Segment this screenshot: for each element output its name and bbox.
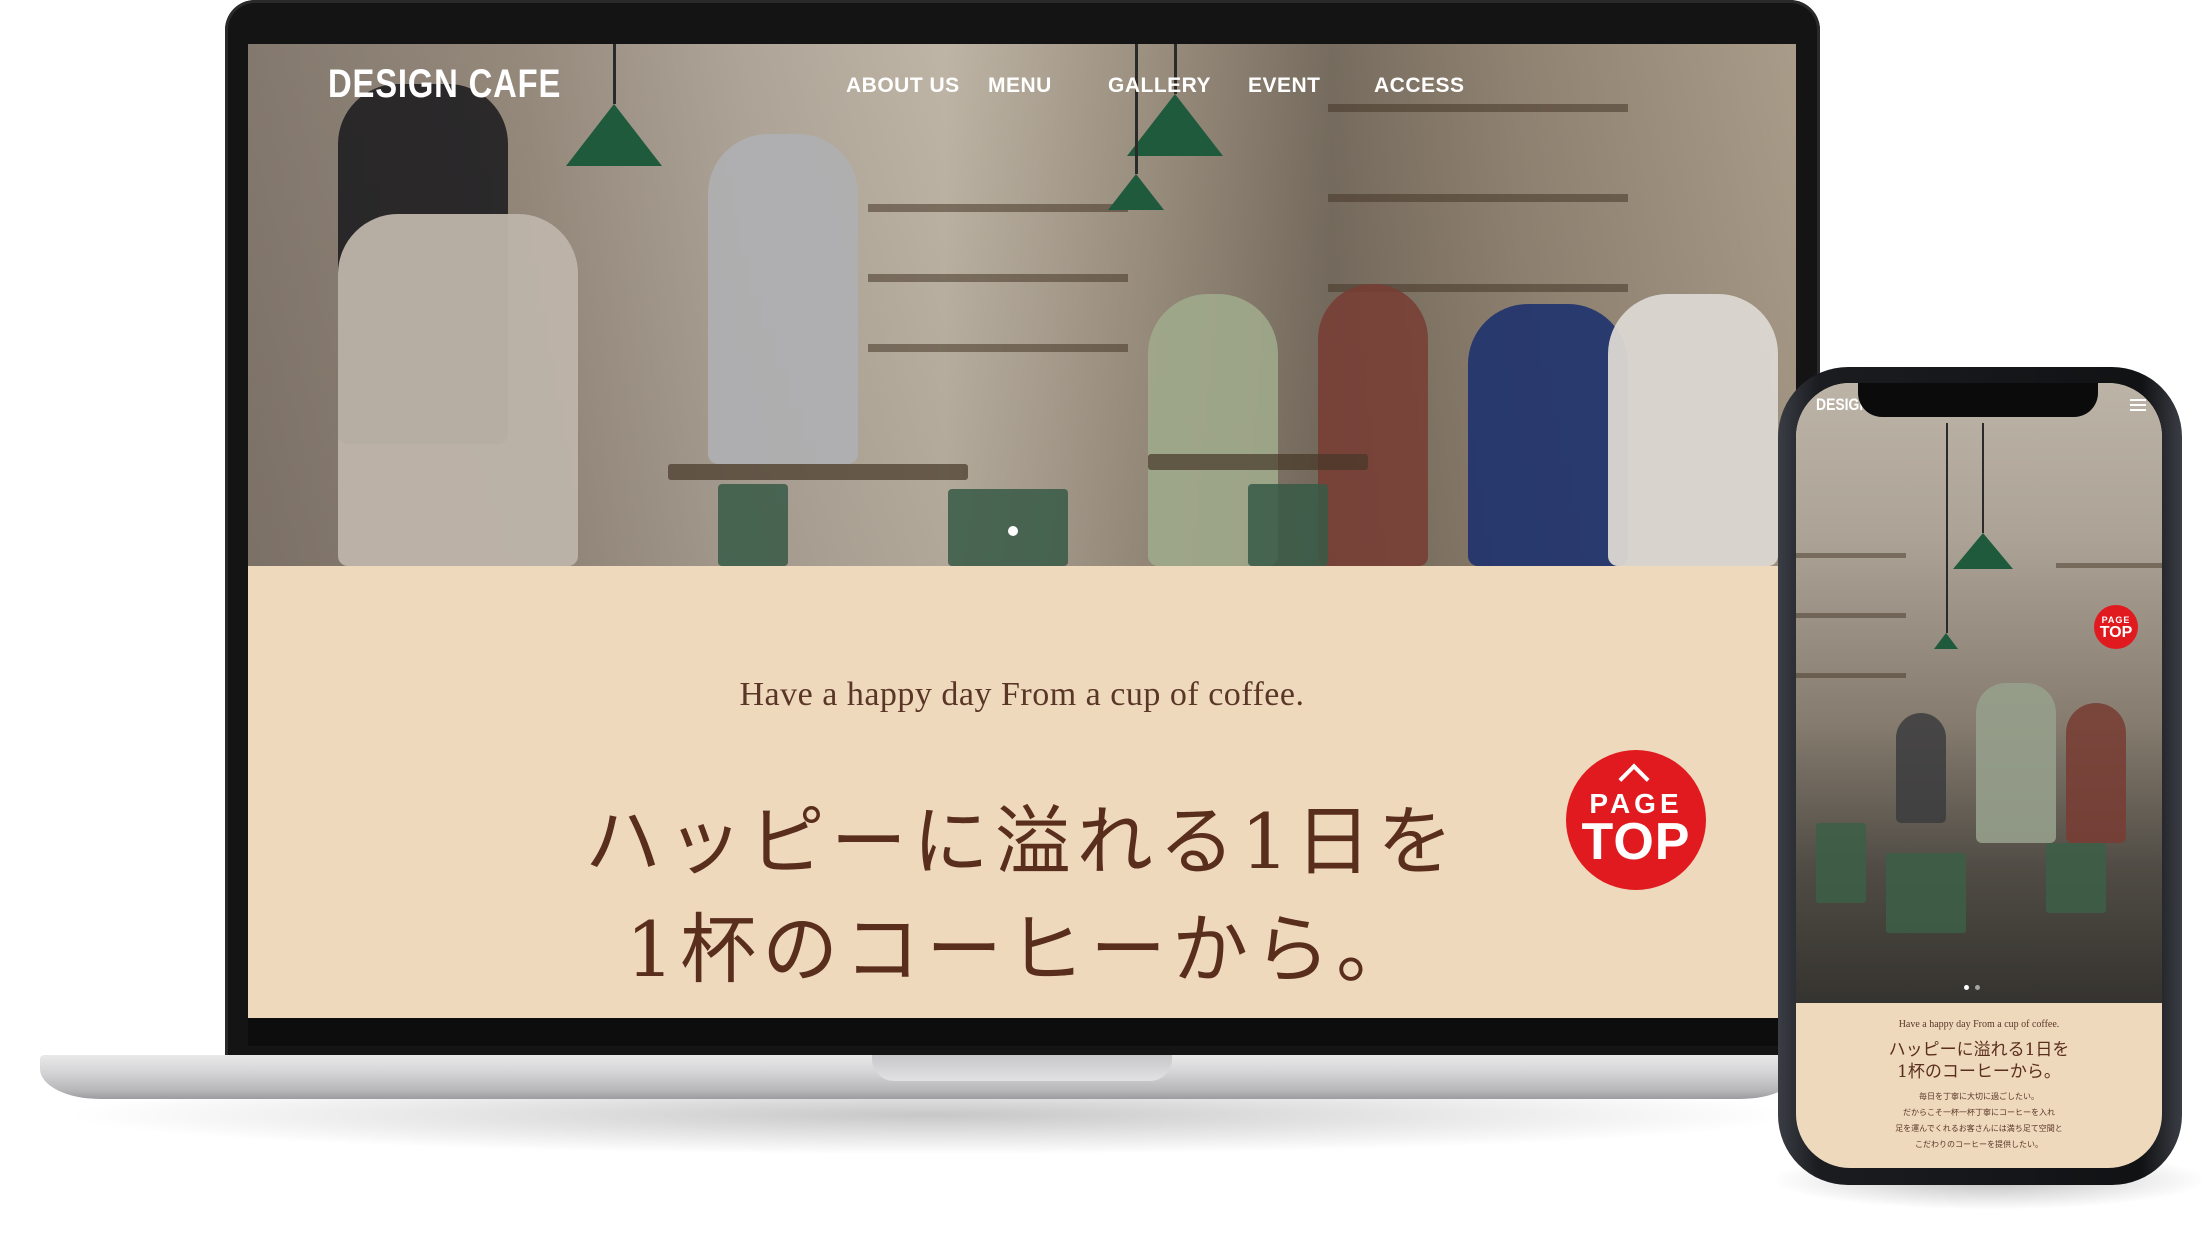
mobile-slider-dots[interactable] [1964,985,1980,990]
main-nav: ABOUT US MENU GALLERY EVENT ACCESS [248,74,1796,104]
mobile-body-line: 毎日を丁寧に大切に過ごしたい。 [1919,1092,2039,1101]
nav-event[interactable]: EVENT [1248,74,1321,98]
nav-about-us[interactable]: ABOUT US [846,74,960,98]
hamburger-menu-icon[interactable] [2130,399,2146,414]
intro-section: Have a happy day From a cup of coffee. ハ… [248,566,1796,1018]
mobile-intro-tagline: Have a happy day From a cup of coffee. [1898,1019,2060,1030]
mobile-website: DESIGN C PAGE TOP Have a happy day From … [1796,383,2162,1168]
headline-line-1: ハッピーに溢れる1日を [584,797,1460,886]
mobile-body-line: 足を運んでくれるお客さんには満ち足て空間と [1895,1124,2063,1133]
page-top-label-2: TOP [1581,813,1691,871]
mobile-intro-body: 毎日を丁寧に大切に過ごしたい。 だからこそ一杯一杯丁寧にコーヒーを入れ 足を運ん… [1796,1089,2162,1153]
mobile-body-line: こだわりのコーヒーを提供したい。 [1915,1140,2043,1149]
phone-notch [1858,383,2098,417]
mobile-intro-section: Have a happy day From a cup of coffee. ハ… [1796,1003,2162,1168]
nav-menu[interactable]: MENU [988,74,1052,98]
hero-slider-dots[interactable] [1008,526,1018,536]
mobile-headline-line-2: 1杯のコーヒーから。 [1897,1062,2061,1082]
mobile-hero-image [1796,383,2162,1003]
mobile-page-top-label-2: TOP [2099,624,2133,641]
headline-line-2: 1杯のコーヒーから。 [625,905,1419,994]
mobile-intro-headline: ハッピーに溢れる1日を 1杯のコーヒーから。 [1796,1039,2162,1083]
intro-headline: ハッピーに溢れる1日を 1杯のコーヒーから。 [248,788,1796,1004]
nav-access[interactable]: ACCESS [1374,74,1465,98]
mobile-page-top-button[interactable]: PAGE TOP [2094,605,2138,649]
laptop-bezel [248,1018,1796,1046]
mobile-headline-line-1: ハッピーに溢れる1日を [1888,1040,2070,1060]
hero-image [248,44,1796,566]
desktop-website: DESIGN CAFE ABOUT US MENU GALLERY EVENT … [248,44,1796,1018]
laptop-opening-notch [872,1055,1172,1081]
mobile-body-line: だからこそ一杯一杯丁寧にコーヒーを入れ [1903,1108,2055,1117]
nav-gallery[interactable]: GALLERY [1108,74,1211,98]
page-top-button[interactable]: PAGE TOP [1566,750,1706,890]
intro-tagline: Have a happy day From a cup of coffee. [739,676,1305,713]
